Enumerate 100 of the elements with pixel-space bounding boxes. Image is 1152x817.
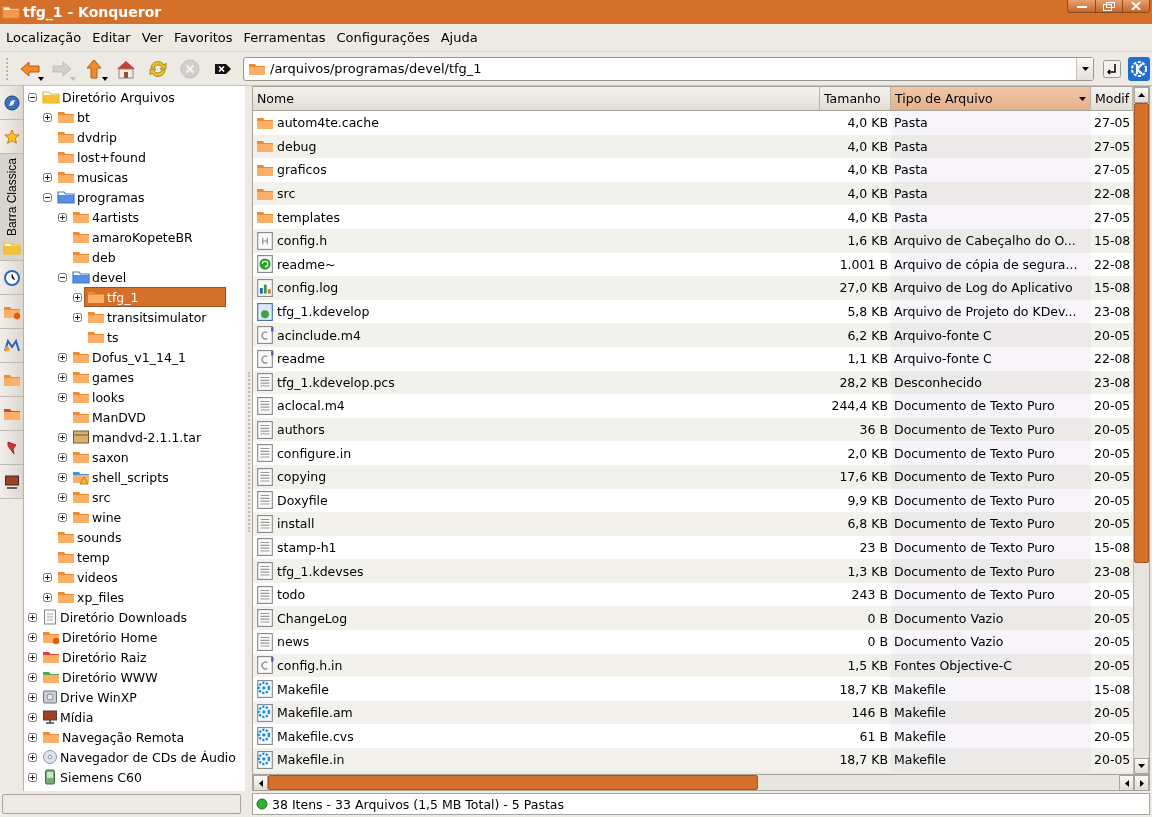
tree-item[interactable]: Navegador de CDs de Áudio (40, 748, 238, 766)
file-row[interactable]: tfg_1.kdevelop 5,8 KB Arquivo de Projeto do KDev... 23-08 (253, 299, 1133, 324)
file-row[interactable]: readme~ 1.001 B Arquivo de cópia de segura... 22-08 (253, 252, 1133, 277)
file-row[interactable]: graficos 4,0 KB Pasta 27-05 (253, 158, 1133, 182)
expand-icon[interactable] (43, 572, 52, 582)
location-field[interactable]: /arquivos/programas/devel/tfg_1 (243, 56, 1094, 81)
tree-item[interactable]: Navegação Remota (40, 728, 187, 746)
tree-item[interactable]: temp (55, 548, 112, 566)
scroll-down-button[interactable] (1134, 758, 1149, 774)
scroll-up-button[interactable] (1134, 87, 1149, 103)
vertical-scrollbar[interactable] (1133, 87, 1149, 774)
expand-icon[interactable] (28, 712, 37, 722)
expand-icon[interactable] (58, 432, 67, 442)
file-row[interactable]: copying 17,6 KB Documento de Texto Puro 20-05 (253, 464, 1133, 489)
tree-item[interactable]: dvdrip (55, 128, 119, 146)
scroll-right-button[interactable] (1134, 775, 1149, 791)
tree-item[interactable]: Diretório Downloads (40, 608, 190, 626)
expand-icon[interactable] (58, 472, 67, 482)
tree-item[interactable]: Diretório Arquivos (40, 88, 177, 106)
expand-icon[interactable] (28, 752, 37, 762)
tree-item[interactable]: bt (55, 108, 92, 126)
menu-item[interactable]: Ajuda (436, 30, 485, 45)
sidebar-tab[interactable]: Barra Classica (0, 154, 23, 262)
sidebar-tab[interactable] (0, 261, 23, 296)
file-row[interactable]: src 4,0 KB Pasta 22-08 (253, 181, 1133, 206)
file-row[interactable]: autom4te.cache 4,0 KB Pasta 27-05 (253, 111, 1133, 135)
tree-item[interactable]: wine (70, 508, 124, 526)
file-row[interactable]: Makefile.am 146 B Makefile 20-05 (253, 700, 1133, 725)
expand-icon[interactable] (28, 652, 37, 662)
file-row[interactable]: Makefile 18,7 KB Makefile 15-08 (253, 677, 1133, 701)
collapse-icon[interactable] (43, 192, 52, 202)
menu-item[interactable]: Ver (137, 30, 170, 45)
file-row[interactable]: config.log 27,0 KB Arquivo de Log do Aplicativo 15-08 (253, 276, 1133, 300)
tree-item[interactable]: looks (70, 388, 127, 406)
file-row[interactable]: tfg_1.kdevses 1,3 KB Documento de Texto Puro 23-08 (253, 559, 1133, 583)
file-row[interactable]: tfg_1.kdevelop.pcs 28,2 KB Desconhecido 23-08 (253, 370, 1133, 395)
file-row[interactable]: Doxyfile 9,9 KB Documento de Texto Puro 20-05 (253, 488, 1133, 513)
tree-item[interactable]: games (70, 368, 136, 386)
tree-item[interactable]: Drive WinXP (40, 688, 139, 706)
tree-item[interactable]: Dofus_v1_14_1 (70, 348, 189, 366)
file-row[interactable]: install 6,8 KB Documento de Texto Puro 20-05 (253, 512, 1133, 536)
tree-item[interactable]: 4artists (70, 208, 142, 226)
expand-icon[interactable] (28, 672, 37, 682)
expand-icon[interactable] (73, 312, 82, 322)
horizontal-scrollbar[interactable] (252, 774, 1150, 791)
tree-item[interactable]: musicas (55, 168, 131, 186)
scroll-left-button[interactable] (1119, 775, 1134, 791)
menu-item[interactable]: Editar (88, 30, 138, 45)
tree-item[interactable]: shell_scripts (70, 468, 171, 486)
expand-icon[interactable] (28, 692, 37, 702)
menu-item[interactable]: Favoritos (169, 30, 240, 45)
tree-item[interactable]: mandvd-2.1.1.tar (70, 428, 203, 446)
tree-item[interactable]: sounds (55, 528, 124, 546)
expand-icon[interactable] (43, 592, 52, 602)
expand-icon[interactable] (58, 372, 67, 382)
column-header[interactable]: Tamanho (820, 87, 891, 111)
file-row[interactable]: config.h 1,6 KB Arquivo de Cabeçalho do O... 15-08 (253, 228, 1133, 253)
tree-item[interactable]: deb (70, 248, 118, 266)
minimize-button[interactable] (1068, 0, 1095, 12)
menu-item[interactable]: Configurações (332, 30, 437, 45)
expand-icon[interactable] (43, 112, 52, 122)
file-row[interactable]: news 0 B Documento Vazio 20-05 (253, 630, 1133, 654)
expand-icon[interactable] (43, 172, 52, 182)
column-header[interactable]: Modif (1091, 87, 1133, 111)
collapse-icon[interactable] (28, 92, 37, 102)
menu-item[interactable]: Ferramentas (239, 30, 333, 45)
tree-item[interactable]: Diretório Raiz (40, 648, 149, 666)
menu-item[interactable]: Localização (2, 30, 89, 45)
scrollbar-thumb[interactable] (1134, 103, 1149, 563)
file-row[interactable]: todo 243 B Documento de Texto Puro 20-05 (253, 582, 1133, 607)
file-row[interactable]: Makefile.in 18,7 KB Makefile 20-05 (253, 748, 1133, 772)
file-row[interactable]: stamp-h1 23 B Documento de Texto Puro 15-08 (253, 535, 1133, 560)
column-header[interactable]: Tipo de Arquivo (891, 87, 1091, 111)
tree-item[interactable]: devel (70, 268, 129, 286)
sidebar-tab[interactable] (0, 329, 23, 364)
tree-item[interactable]: ManDVD (70, 408, 148, 426)
tree-item[interactable]: Siemens C60 (40, 768, 144, 786)
expand-icon[interactable] (28, 612, 37, 622)
tree-item[interactable]: ts (85, 328, 121, 346)
expand-icon[interactable] (58, 392, 67, 402)
sidebar-tab[interactable] (0, 86, 23, 120)
expand-icon[interactable] (58, 512, 67, 522)
file-row[interactable]: authors 36 B Documento de Texto Puro 20-05 (253, 417, 1133, 442)
tree-item[interactable]: Diretório Home (40, 628, 160, 646)
tree-item[interactable]: saxon (70, 448, 131, 466)
file-row[interactable]: debug 4,0 KB Pasta 27-05 (253, 134, 1133, 159)
tree-item[interactable]: src (70, 488, 113, 506)
sidebar-tab[interactable] (0, 465, 23, 500)
expand-icon[interactable] (28, 772, 37, 782)
file-row[interactable]: readme 1,1 KB Arquivo-fonte C 22-08 (253, 346, 1133, 371)
sidebar-tab[interactable] (0, 431, 23, 466)
file-row[interactable]: Makefile.cvs 61 B Makefile 20-05 (253, 724, 1133, 749)
tree-item[interactable]: amaroKopeteBR (70, 228, 195, 246)
scroll-left-button[interactable] (253, 775, 268, 791)
close-button[interactable] (1122, 0, 1149, 12)
file-row[interactable]: ChangeLog 0 B Documento Vazio 20-05 (253, 606, 1133, 631)
tree-item[interactable]: videos (55, 568, 120, 586)
tree-item[interactable]: transitsimulator (85, 308, 209, 326)
tree-item[interactable]: lost+found (55, 148, 148, 166)
expand-icon[interactable] (28, 732, 37, 742)
